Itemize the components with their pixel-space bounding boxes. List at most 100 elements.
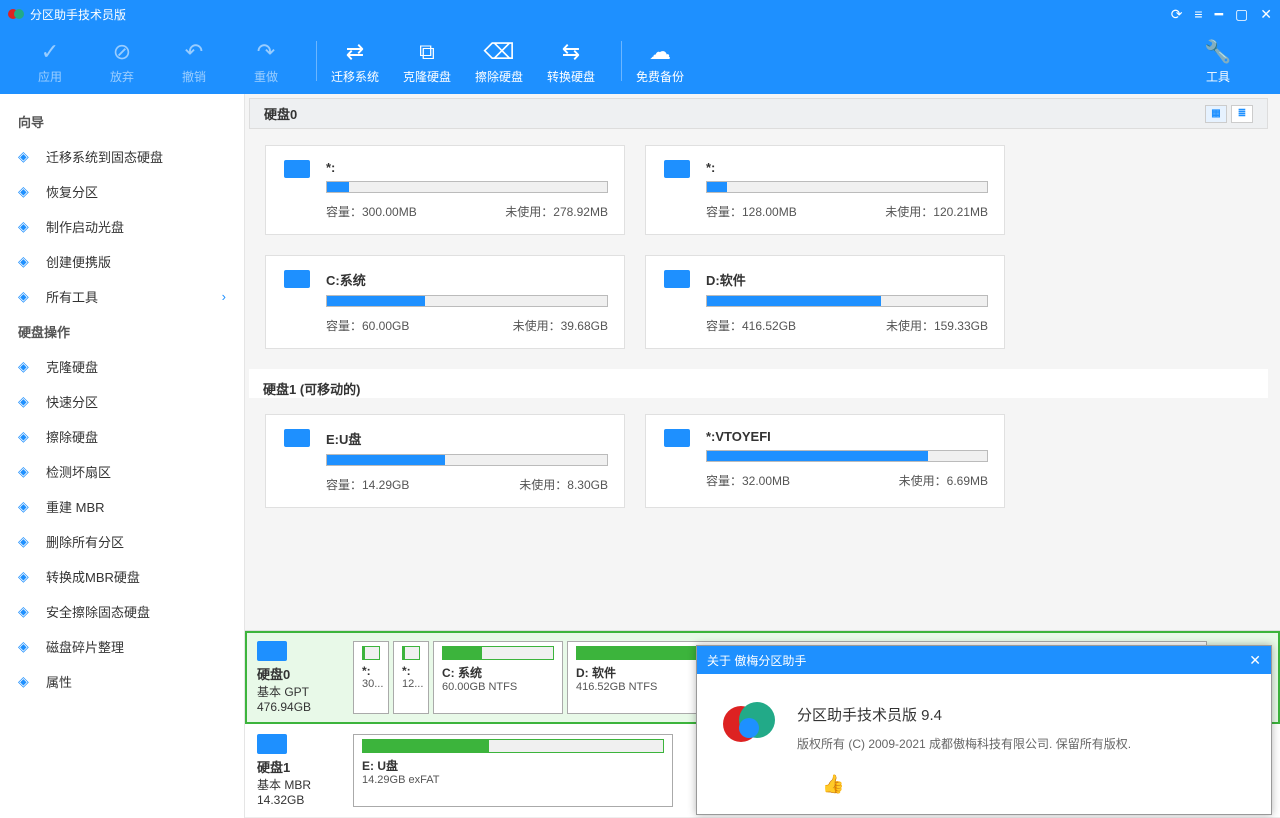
view-list-button[interactable]: ≣ [1231, 105, 1253, 123]
segment-title: E: U盘 [362, 757, 664, 774]
defrag-icon: ◈ [18, 638, 38, 655]
wipe-disk-item[interactable]: ◈ 擦除硬盘 [0, 419, 244, 454]
segment-bar [402, 646, 420, 660]
delete-all-icon: ◈ [18, 533, 38, 550]
disk1-title: 硬盘1 (可移动的) [263, 379, 361, 398]
free-backup-button[interactable]: ☁免费备份 [630, 31, 690, 91]
sidebar-item-label: 所有工具 [46, 287, 98, 306]
segment-title: C: 系统 [442, 664, 554, 681]
cancel-icon: ⊘ [113, 38, 131, 66]
disk1-map-type: 基本 MBR [257, 776, 347, 793]
drive-icon [284, 160, 310, 178]
close-icon[interactable]: ✕ [1260, 6, 1272, 23]
partition-card[interactable]: C:系统 容量：60.00GB 未使用：39.68GB [265, 255, 625, 349]
redo-icon: ↷ [257, 38, 275, 66]
thumbs-up-icon[interactable]: 👍 [822, 774, 844, 795]
unused-label: 未使用：159.33GB [886, 317, 988, 334]
maximize-icon[interactable]: ▢ [1235, 6, 1248, 23]
refresh-icon[interactable]: ⟳ [1171, 6, 1183, 23]
about-titlebar: 关于 傲梅分区助手 ✕ [697, 646, 1271, 674]
view-grid-button[interactable]: ▦ [1205, 105, 1227, 123]
usage-bar [706, 450, 988, 462]
undo-button: ↶撤销 [164, 31, 224, 91]
ssd-erase-icon: ◈ [18, 603, 38, 620]
disk0-header[interactable]: 硬盘0 ▦ ≣ [249, 98, 1268, 129]
sidebar: 向导 ◈ 迁移系统到固态硬盘 ◈ 恢复分区 ◈ 制作启动光盘 ◈ 创建便携版 ◈… [0, 94, 245, 818]
about-title-text: 关于 傲梅分区助手 [707, 652, 806, 669]
disk1-map-label: 硬盘1 [257, 757, 347, 776]
segment-title: *: [362, 664, 380, 678]
disk-segment[interactable]: *: 12... [393, 641, 429, 714]
windows-drive-icon [284, 270, 310, 288]
delete-all-item[interactable]: ◈ 删除所有分区 [0, 524, 244, 559]
discard-button: ⊘放弃 [92, 31, 152, 91]
defrag-item[interactable]: ◈ 磁盘碎片整理 [0, 629, 244, 664]
recover-partition-item[interactable]: ◈ 恢复分区 [0, 174, 244, 209]
sidebar-item-label: 磁盘碎片整理 [46, 637, 124, 656]
segment-bar [442, 646, 554, 660]
disk-segment[interactable]: C: 系统 60.00GB NTFS [433, 641, 563, 714]
sidebar-item-label: 属性 [46, 672, 72, 691]
drive-icon [664, 429, 690, 447]
wipe-disk-button[interactable]: ⌫擦除硬盘 [469, 31, 529, 91]
quick-partition-item[interactable]: ◈ 快速分区 [0, 384, 244, 419]
disk-map-1-info: 硬盘1 基本 MBR 14.32GB [257, 734, 347, 807]
partition-card[interactable]: *: 容量：300.00MB 未使用：278.92MB [265, 145, 625, 235]
redo-button: ↷重做 [236, 31, 296, 91]
separator [621, 41, 622, 81]
partition-card[interactable]: *:VTOYEFI 容量：32.00MB 未使用：6.69MB [645, 414, 1005, 508]
about-body: 分区助手技术员版 9.4 版权所有 (C) 2009-2021 成都傲梅科技有限… [697, 674, 1271, 762]
disk-map-0-info: 硬盘0 基本 GPT 476.94GB [257, 641, 347, 714]
recover-partition-icon: ◈ [18, 183, 38, 200]
minimize-icon[interactable]: ━ [1215, 6, 1223, 23]
create-portable-item[interactable]: ◈ 创建便携版 [0, 244, 244, 279]
segment-bar [362, 739, 664, 753]
about-copyright: 版权所有 (C) 2009-2021 成都傲梅科技有限公司. 保留所有版权. [797, 735, 1241, 752]
usage-bar [326, 295, 608, 307]
sidebar-item-label: 克隆硬盘 [46, 357, 98, 376]
clone-disk-button[interactable]: ⧉克隆硬盘 [397, 31, 457, 91]
segment-subtitle: 30... [362, 678, 380, 690]
partition-card[interactable]: *: 容量：128.00MB 未使用：120.21MB [645, 145, 1005, 235]
segment-title: *: [402, 664, 420, 678]
partition-card[interactable]: D:软件 容量：416.52GB 未使用：159.33GB [645, 255, 1005, 349]
capacity-label: 容量：416.52GB [706, 317, 796, 334]
clone-disk-item[interactable]: ◈ 克隆硬盘 [0, 349, 244, 384]
disk-segment[interactable]: *: 30... [353, 641, 389, 714]
disk-segment[interactable]: E: U盘 14.29GB exFAT [353, 734, 673, 807]
sidebar-item-label: 转换成MBR硬盘 [46, 567, 140, 586]
properties-item[interactable]: ◈ 属性 [0, 664, 244, 699]
wrench-icon: 🔧 [1204, 38, 1231, 66]
drive-icon [664, 160, 690, 178]
segment-subtitle: 14.29GB exFAT [362, 774, 664, 786]
capacity-label: 容量：14.29GB [326, 476, 409, 493]
migrate-ssd-item[interactable]: ◈ 迁移系统到固态硬盘 [0, 139, 244, 174]
partition-name: E:U盘 [326, 429, 608, 448]
segment-subtitle: 60.00GB NTFS [442, 681, 554, 693]
migrate-os-button[interactable]: ⇄迁移系统 [325, 31, 385, 91]
usage-bar [706, 181, 988, 193]
partition-card[interactable]: E:U盘 容量：14.29GB 未使用：8.30GB [265, 414, 625, 508]
capacity-label: 容量：128.00MB [706, 203, 797, 220]
make-boot-disc-item[interactable]: ◈ 制作启动光盘 [0, 209, 244, 244]
convert-mbr-item[interactable]: ◈ 转换成MBR硬盘 [0, 559, 244, 594]
partition-name: D:软件 [706, 270, 988, 289]
tools-button[interactable]: 🔧工具 [1188, 31, 1248, 91]
chevron-right-icon: › [222, 289, 226, 304]
disk1-header[interactable]: 硬盘1 (可移动的) [249, 369, 1268, 398]
sidebar-item-label: 检测坏扇区 [46, 462, 111, 481]
bad-sector-item[interactable]: ◈ 检测坏扇区 [0, 454, 244, 489]
convert-icon: ⇆ [562, 38, 580, 66]
rebuild-mbr-item[interactable]: ◈ 重建 MBR [0, 489, 244, 524]
sidebar-item-label: 删除所有分区 [46, 532, 124, 551]
menu-icon[interactable]: ≡ [1194, 6, 1202, 22]
ssd-erase-item[interactable]: ◈ 安全擦除固态硬盘 [0, 594, 244, 629]
partition-name: *:VTOYEFI [706, 429, 988, 444]
convert-disk-button[interactable]: ⇆转换硬盘 [541, 31, 601, 91]
about-logo-icon [721, 698, 777, 746]
migrate-ssd-icon: ◈ [18, 148, 38, 165]
all-tools-item[interactable]: ◈ 所有工具 › [0, 279, 244, 314]
window-controls: ⟳ ≡ ━ ▢ ✕ [1171, 6, 1272, 23]
about-close-icon[interactable]: ✕ [1249, 652, 1261, 669]
clone-disk-icon: ◈ [18, 358, 38, 375]
